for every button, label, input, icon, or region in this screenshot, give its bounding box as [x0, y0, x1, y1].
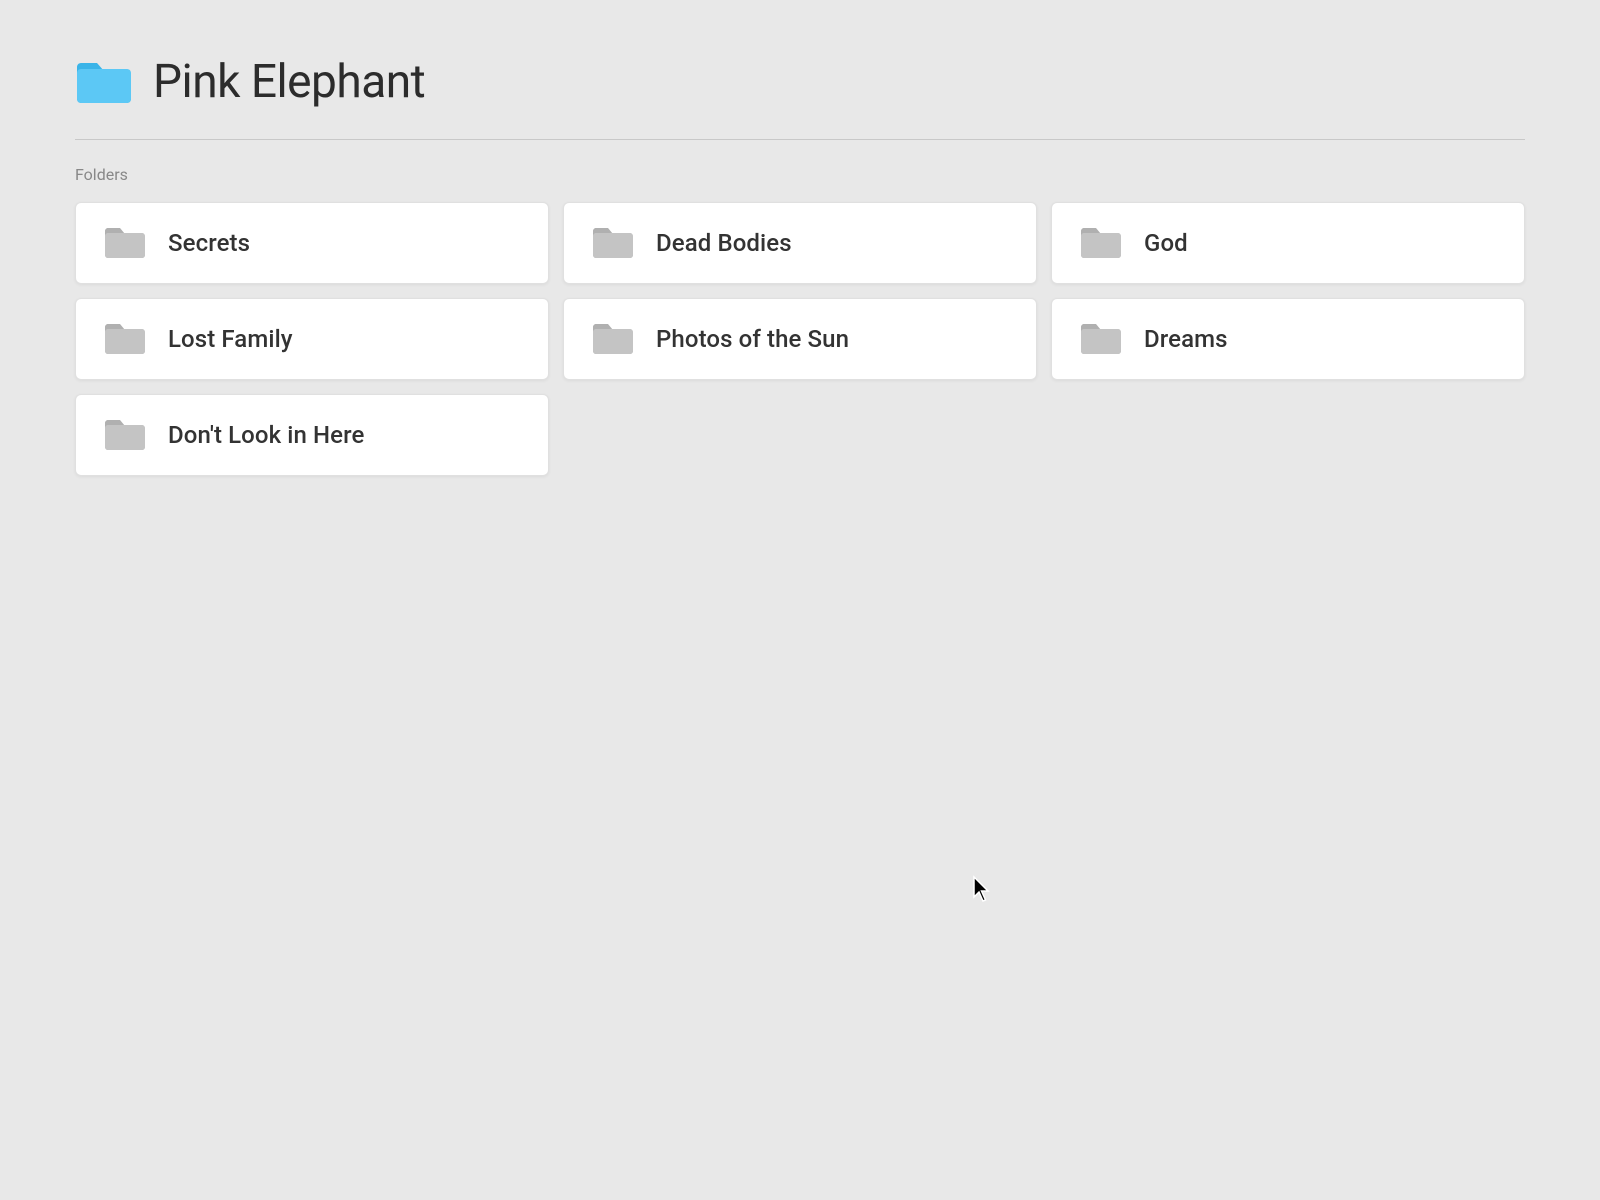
folder-icon [104, 225, 146, 261]
folders-grid: Secrets Dead Bodies God [75, 202, 1525, 476]
mouse-cursor [972, 875, 996, 905]
folder-name: Secrets [168, 229, 250, 257]
folder-name: Don't Look in Here [168, 421, 364, 449]
header: Pink Elephant [75, 55, 1525, 109]
folder-item-dead-bodies[interactable]: Dead Bodies [563, 202, 1037, 284]
app-folder-icon [75, 59, 133, 105]
folder-name: God [1144, 229, 1188, 257]
folder-name: Dreams [1144, 325, 1228, 353]
folder-item-photos-of-the-sun[interactable]: Photos of the Sun [563, 298, 1037, 380]
folder-name: Photos of the Sun [656, 325, 849, 353]
folders-section-label: Folders [75, 165, 1525, 184]
folder-icon [592, 321, 634, 357]
folder-item-lost-family[interactable]: Lost Family [75, 298, 549, 380]
folder-item-dont-look-in-here[interactable]: Don't Look in Here [75, 394, 549, 476]
folder-item-god[interactable]: God [1051, 202, 1525, 284]
main-container: Pink Elephant Folders Secrets Dead Bodie… [0, 0, 1600, 516]
folder-name: Lost Family [168, 325, 293, 353]
header-divider [75, 139, 1525, 140]
folder-icon [104, 417, 146, 453]
folder-icon [1080, 321, 1122, 357]
folder-icon [592, 225, 634, 261]
folder-item-dreams[interactable]: Dreams [1051, 298, 1525, 380]
page-title: Pink Elephant [153, 55, 425, 109]
folder-name: Dead Bodies [656, 229, 792, 257]
folder-item-secrets[interactable]: Secrets [75, 202, 549, 284]
folder-icon [1080, 225, 1122, 261]
folder-icon [104, 321, 146, 357]
